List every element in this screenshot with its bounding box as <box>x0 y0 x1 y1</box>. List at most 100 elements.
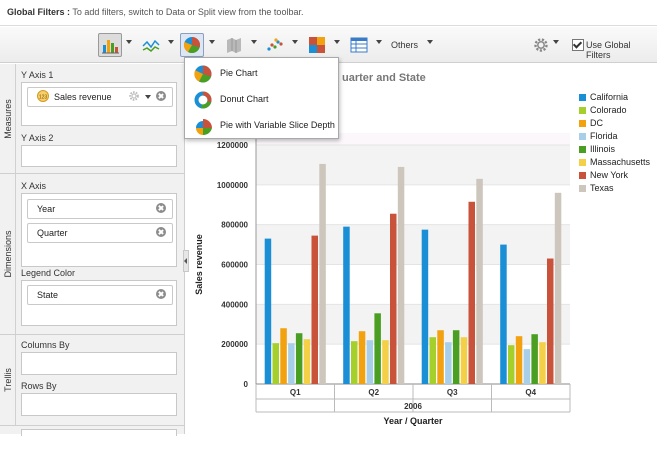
dimension-pill-quarter[interactable]: Quarter <box>27 223 173 243</box>
bar <box>366 340 374 384</box>
plot-band <box>256 344 570 384</box>
plot-band <box>256 224 570 265</box>
bar <box>295 333 303 384</box>
donut-chart-icon <box>194 91 212 109</box>
section-divider <box>0 425 185 426</box>
line-chart-button[interactable] <box>139 33 163 57</box>
use-global-filters-checkbox[interactable] <box>572 39 584 51</box>
bar <box>397 166 405 384</box>
section-divider <box>0 173 185 174</box>
remove-dimension-icon[interactable] <box>156 203 166 213</box>
legend-color-label: Legend Color <box>21 268 76 278</box>
rows-by-dropzone[interactable] <box>21 393 177 416</box>
legend-item[interactable]: Massachusetts <box>577 157 657 170</box>
bar <box>319 163 326 384</box>
bar <box>445 342 452 384</box>
chart-legend: California Colorado DC Florida Illinois Massa… <box>577 92 657 196</box>
x-tick-label: Q4 <box>525 388 536 397</box>
legend-swatch <box>579 185 586 192</box>
others-menu[interactable]: Others <box>391 40 418 50</box>
menu-item-variable-pie[interactable]: Pie with Variable Slice Depth <box>189 113 336 137</box>
scatter-chart-button[interactable] <box>263 33 287 57</box>
bar <box>531 334 538 384</box>
legend-swatch <box>579 159 586 166</box>
dimension-pill-year[interactable]: Year <box>27 199 173 219</box>
extra-dropzone[interactable] <box>21 429 177 436</box>
legend-item[interactable]: Colorado <box>577 105 657 118</box>
legend-item[interactable]: New York <box>577 170 657 183</box>
bar <box>358 331 366 384</box>
bar <box>303 339 311 384</box>
remove-measure-icon[interactable] <box>156 91 166 101</box>
settings-button[interactable] <box>529 33 553 57</box>
y-axis-2-dropzone[interactable] <box>21 145 177 167</box>
plot-band <box>256 264 570 305</box>
menu-item-donut-chart[interactable]: Donut Chart <box>189 87 336 111</box>
legend-item[interactable]: Texas <box>577 183 657 196</box>
columns-by-dropzone[interactable] <box>21 352 177 375</box>
others-dropdown-caret[interactable] <box>427 40 433 44</box>
bar <box>500 244 507 384</box>
measure-pill-label: Sales revenue <box>54 92 112 102</box>
bar <box>515 336 523 384</box>
dimension-pill-state[interactable]: State <box>27 285 173 305</box>
scatter-chart-dropdown-caret[interactable] <box>292 40 298 44</box>
pie-chart-icon <box>183 37 201 54</box>
y-tick-label: 200000 <box>221 340 248 349</box>
bar <box>390 213 397 384</box>
y-axis-title: Sales revenue <box>194 234 204 295</box>
bar <box>382 340 389 384</box>
bar-chart-button[interactable] <box>98 33 122 57</box>
heatmap-icon <box>309 37 325 53</box>
pie-chart-button[interactable] <box>180 33 204 57</box>
legend-swatch <box>579 107 586 114</box>
settings-dropdown-caret[interactable] <box>553 40 559 44</box>
bar-chart-dropdown-caret[interactable] <box>126 40 132 44</box>
plot-band <box>256 145 570 185</box>
menu-item-label: Pie with Variable Slice Depth <box>220 120 335 130</box>
bar <box>460 337 468 384</box>
legend-item[interactable]: Florida <box>577 131 657 144</box>
measure-options-caret[interactable] <box>145 95 151 99</box>
remove-dimension-icon[interactable] <box>156 227 166 237</box>
bar <box>468 201 475 384</box>
gear-icon[interactable] <box>128 90 140 102</box>
table-button[interactable] <box>347 33 371 57</box>
measure-pill-sales-revenue[interactable]: 123 Sales revenue <box>27 87 173 107</box>
gear-icon <box>534 38 548 52</box>
use-global-filters-label: Use Global Filters <box>586 40 631 60</box>
legend-item[interactable]: California <box>577 92 657 105</box>
legend-swatch <box>579 172 586 179</box>
global-filters-label: Global Filters : <box>7 7 71 17</box>
table-icon <box>350 37 368 53</box>
legend-label: Illinois <box>590 144 616 154</box>
y-axis-1-label: Y Axis 1 <box>21 70 54 80</box>
bar <box>554 192 562 384</box>
map-chart-button[interactable] <box>222 33 246 57</box>
heatmap-chart-button[interactable] <box>305 33 329 57</box>
legend-label: Massachusetts <box>590 157 651 167</box>
heatmap-chart-dropdown-caret[interactable] <box>334 40 340 44</box>
plot-band <box>256 304 570 345</box>
legend-swatch <box>579 94 586 101</box>
x-tick-label: Q3 <box>447 388 458 397</box>
pie-chart-dropdown-caret[interactable] <box>209 40 215 44</box>
table-dropdown-caret[interactable] <box>376 40 382 44</box>
dimension-pill-label: Quarter <box>37 228 68 238</box>
y-tick-label: 400000 <box>221 300 248 309</box>
pie-chart-icon <box>194 65 212 83</box>
legend-item[interactable]: Illinois <box>577 144 657 157</box>
menu-item-pie-chart[interactable]: Pie Chart <box>189 61 336 85</box>
y-axis-2-label: Y Axis 2 <box>21 133 54 143</box>
dimension-pill-label: Year <box>37 204 56 214</box>
measure-icon: 123 <box>37 90 49 102</box>
legend-item[interactable]: DC <box>577 118 657 131</box>
remove-dimension-icon[interactable] <box>156 289 166 299</box>
bar <box>311 235 318 384</box>
measures-section: Measures <box>0 64 16 173</box>
menu-item-label: Pie Chart <box>220 68 258 78</box>
map-icon <box>227 38 241 53</box>
line-chart-dropdown-caret[interactable] <box>168 40 174 44</box>
map-chart-dropdown-caret[interactable] <box>251 40 257 44</box>
x-tick-label: Q2 <box>368 388 379 397</box>
